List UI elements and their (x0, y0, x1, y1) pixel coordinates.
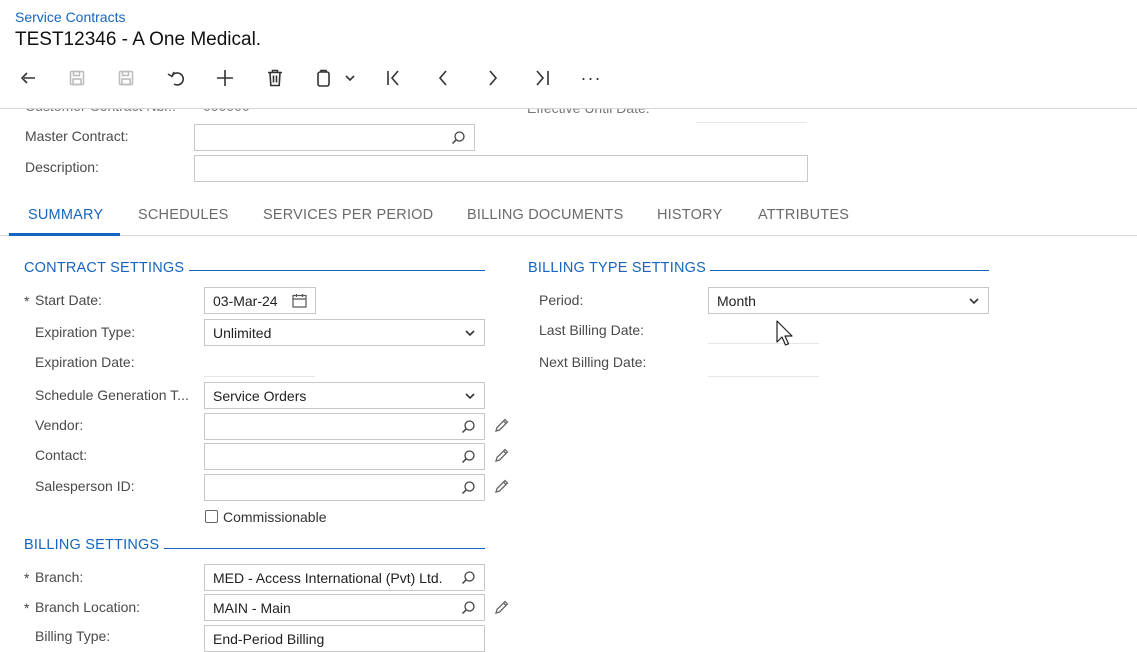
expiration-type-select[interactable]: Unlimited (204, 319, 485, 346)
description-field[interactable] (194, 155, 808, 182)
start-date-value: 03-Mar-24 (213, 292, 278, 309)
chevron-down-icon (969, 297, 979, 304)
expiration-type-label: Expiration Type: (35, 324, 136, 340)
next-record-icon[interactable] (478, 64, 508, 92)
billing-settings-title: BILLING SETTINGS (24, 537, 160, 553)
active-tab-indicator (9, 233, 120, 236)
billing-type-label: Billing Type: (35, 628, 111, 644)
clipboard-icon[interactable] (310, 64, 360, 92)
more-icon[interactable]: ··· (576, 64, 606, 92)
schedule-generation-value: Service Orders (213, 387, 307, 404)
commissionable-label: Commissionable (223, 509, 327, 525)
branch-location-label: Branch Location: (35, 599, 141, 615)
effective-until-value (696, 122, 807, 123)
tab-attributes[interactable]: ATTRIBUTES (758, 207, 849, 223)
description-label: Description: (25, 159, 99, 175)
save-close-icon[interactable] (111, 64, 141, 92)
chevron-down-icon (465, 329, 475, 336)
search-icon[interactable] (461, 419, 476, 434)
contract-settings-title: CONTRACT SETTINGS (24, 260, 185, 276)
first-record-icon[interactable] (379, 64, 409, 92)
branch-field[interactable]: MED - Access International (Pvt) Ltd. (204, 564, 485, 591)
contract-settings-rule (189, 270, 485, 271)
next-billing-date-label: Next Billing Date: (539, 354, 647, 370)
tab-services-per-period[interactable]: SERVICES PER PERIOD (263, 207, 433, 223)
contact-field[interactable] (204, 443, 485, 470)
tab-schedules[interactable]: SCHEDULES (138, 207, 228, 223)
start-date-field[interactable]: 03-Mar-24 (204, 287, 316, 314)
start-date-label: Start Date: (35, 292, 102, 308)
billing-settings-rule (164, 548, 485, 549)
master-contract-field[interactable] (194, 124, 475, 151)
edit-pencil-icon[interactable] (494, 448, 509, 468)
period-select[interactable]: Month (708, 287, 989, 314)
billing-type-select[interactable]: End-Period Billing (204, 625, 485, 652)
required-mark: * (24, 293, 30, 309)
master-contract-label: Master Contract: (25, 128, 129, 144)
branch-location-field[interactable]: MAIN - Main (204, 594, 485, 621)
vendor-field[interactable] (204, 413, 485, 440)
breadcrumb[interactable]: Service Contracts (15, 9, 125, 25)
search-icon[interactable] (461, 570, 476, 585)
tab-history[interactable]: HISTORY (657, 207, 722, 223)
period-value: Month (717, 292, 756, 309)
required-mark: * (24, 600, 30, 616)
previous-record-icon[interactable] (428, 64, 458, 92)
next-billing-date-value (708, 376, 819, 377)
tab-summary[interactable]: SUMMARY (28, 207, 103, 223)
branch-location-value: MAIN - Main (213, 599, 291, 616)
edit-pencil-icon[interactable] (494, 600, 509, 620)
back-arrow-icon[interactable] (13, 64, 43, 92)
save-icon[interactable] (62, 64, 92, 92)
search-icon[interactable] (461, 600, 476, 615)
vendor-label: Vendor: (35, 417, 84, 433)
branch-value: MED - Access International (Pvt) Ltd. (213, 569, 443, 586)
expiration-type-value: Unlimited (213, 324, 272, 341)
calendar-icon[interactable] (292, 293, 307, 308)
schedule-generation-label: Schedule Generation T... (35, 387, 189, 403)
commissionable-checkbox[interactable] (205, 510, 218, 523)
search-icon[interactable] (451, 130, 466, 145)
branch-label: Branch: (35, 569, 84, 585)
edit-pencil-icon[interactable] (494, 479, 509, 499)
period-label: Period: (539, 292, 584, 308)
last-billing-date-label: Last Billing Date: (539, 322, 645, 338)
search-icon[interactable] (461, 449, 476, 464)
trash-icon[interactable] (260, 64, 290, 92)
plus-icon[interactable] (210, 64, 240, 92)
undo-icon[interactable] (161, 64, 191, 92)
edit-pencil-icon[interactable] (494, 418, 509, 438)
schedule-generation-select[interactable]: Service Orders (204, 382, 485, 409)
required-mark: * (24, 570, 30, 586)
chevron-down-icon (465, 392, 475, 399)
last-record-icon[interactable] (527, 64, 557, 92)
search-icon[interactable] (461, 480, 476, 495)
salesperson-label: Salesperson ID: (35, 478, 135, 494)
expiration-date-value (204, 376, 315, 377)
mouse-cursor-icon (776, 320, 796, 353)
billing-type-settings-title: BILLING TYPE SETTINGS (528, 260, 706, 276)
billing-type-settings-rule (710, 270, 989, 271)
contact-label: Contact: (35, 447, 88, 463)
tab-divider (0, 235, 1137, 236)
tab-billing-documents[interactable]: BILLING DOCUMENTS (467, 207, 623, 223)
salesperson-field[interactable] (204, 474, 485, 501)
page-title: TEST12346 - A One Medical. (15, 29, 262, 50)
last-billing-date-value (708, 343, 819, 344)
expiration-date-label: Expiration Date: (35, 354, 135, 370)
header-divider (0, 108, 1137, 109)
